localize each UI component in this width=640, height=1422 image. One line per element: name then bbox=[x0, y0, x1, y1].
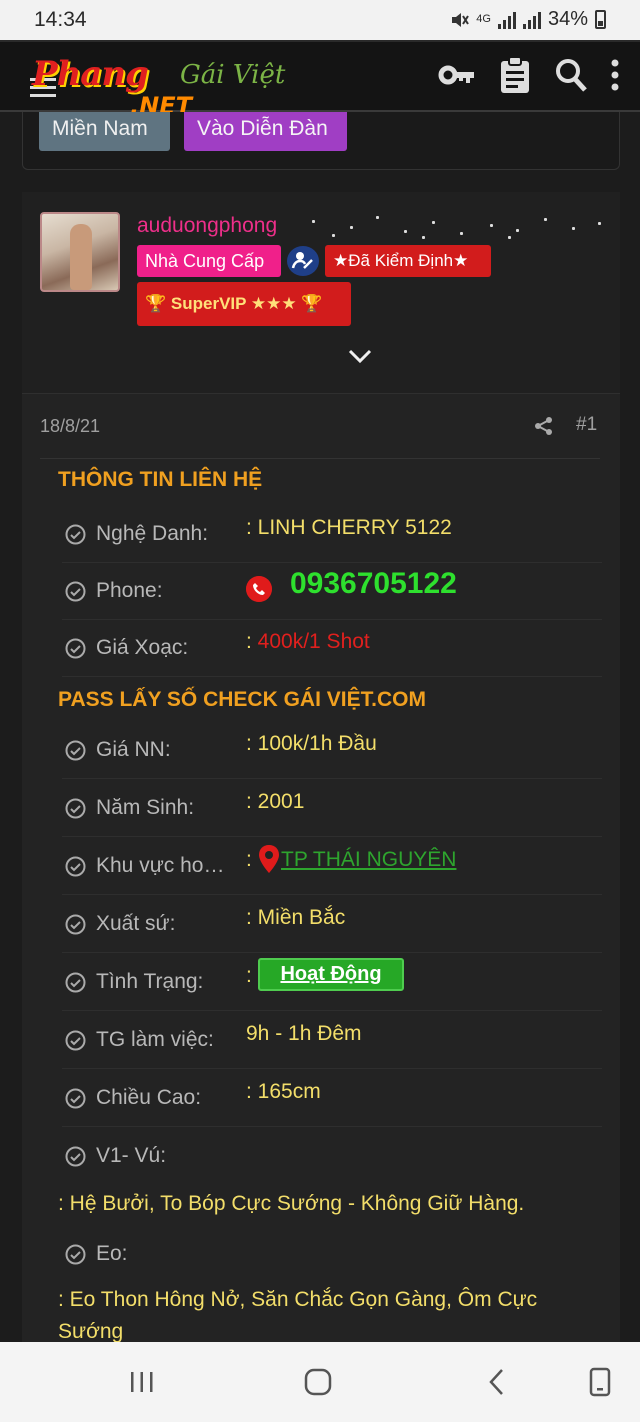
row-tg-lam-viec: TG làm việc: 9h - 1h Đêm bbox=[62, 1012, 602, 1069]
check-circle-icon bbox=[65, 1030, 86, 1051]
share-icon[interactable] bbox=[534, 416, 554, 436]
contact-title: THÔNG TIN LIÊN HỆ bbox=[58, 468, 263, 491]
region-card: Miền Nam Vào Diễn Đàn bbox=[22, 112, 620, 170]
screen-toggle-icon[interactable] bbox=[584, 1366, 616, 1398]
check-circle-icon bbox=[65, 581, 86, 602]
row-phone: Phone: 0936705122 bbox=[62, 563, 602, 620]
label: Eo: bbox=[96, 1242, 128, 1265]
v1-value: : Hệ Bưởi, To Bóp Cực Sướng - Không Giữ … bbox=[58, 1192, 525, 1215]
post-date[interactable]: 18/8/21 bbox=[40, 416, 100, 437]
more-vertical-icon[interactable] bbox=[610, 56, 620, 94]
logo-script: Gái Việt bbox=[180, 60, 286, 90]
check-circle-icon bbox=[65, 524, 86, 545]
map-pin-icon bbox=[259, 845, 279, 873]
eo-value: : Eo Thon Hông Nở, Săn Chắc Gọn Gàng, Ôm… bbox=[58, 1288, 538, 1343]
label: Năm Sinh: bbox=[96, 796, 195, 819]
clipboard-icon[interactable] bbox=[498, 56, 532, 94]
back-icon[interactable] bbox=[482, 1366, 514, 1398]
supervip-badge: 🏆 SuperVIP ★★★ 🏆 bbox=[137, 282, 351, 326]
header-actions bbox=[438, 56, 620, 94]
row-tinh-trang: Tình Trạng: : Hoạt Động bbox=[62, 954, 602, 1011]
value: : bbox=[246, 848, 252, 871]
check-circle-icon bbox=[65, 1146, 86, 1167]
label: Xuất sứ: bbox=[96, 912, 176, 935]
check-circle-icon bbox=[65, 740, 86, 761]
signal-icon-2 bbox=[522, 11, 541, 29]
value: : 2001 bbox=[246, 790, 305, 813]
label: Khu vực hoạt động: bbox=[96, 854, 236, 877]
check-circle-icon bbox=[65, 856, 86, 877]
row-khu-vuc: Khu vực hoạt động: : TP THÁI NGUYÊN bbox=[62, 838, 602, 895]
value: : Miền Bắc bbox=[246, 906, 346, 929]
avatar[interactable] bbox=[40, 212, 120, 292]
logo-brand: Phang bbox=[32, 54, 149, 94]
signal-icon bbox=[497, 11, 516, 29]
check-circle-icon bbox=[65, 914, 86, 935]
network-type: 4G bbox=[476, 13, 491, 25]
status-icons: 4G 34% bbox=[449, 8, 606, 31]
row-chieu-cao: Chiều Cao: : 165cm bbox=[62, 1070, 602, 1127]
post: auduongphong Nhà Cung Cấp ★Đã Kiểm Định★… bbox=[22, 192, 620, 1343]
mien-nam-button[interactable]: Miền Nam bbox=[39, 112, 170, 151]
value: : LINH CHERRY 5122 bbox=[246, 516, 452, 539]
check-circle-icon bbox=[65, 1244, 86, 1265]
post-number[interactable]: #1 bbox=[576, 414, 597, 436]
mute-icon bbox=[452, 12, 470, 27]
recent-apps-icon[interactable] bbox=[126, 1366, 158, 1398]
row-eo: Eo: bbox=[62, 1226, 602, 1283]
app-header: Phang Gái Việt .NET bbox=[0, 40, 640, 118]
label: Chiều Cao: bbox=[96, 1086, 202, 1109]
check-circle-icon bbox=[65, 1088, 86, 1109]
label: Giá NN: bbox=[96, 738, 171, 761]
value: : bbox=[246, 964, 252, 987]
clock: 14:34 bbox=[34, 8, 87, 31]
battery-percent: 34% bbox=[547, 8, 588, 30]
supervip-label: SuperVIP ★★★ bbox=[170, 294, 297, 313]
row-xuat-su: Xuất sứ: : Miền Bắc bbox=[62, 896, 602, 953]
label: Tình Trạng: bbox=[96, 970, 204, 993]
user-verified-icon bbox=[287, 246, 319, 276]
trophy-icon: 🏆 bbox=[145, 294, 167, 313]
row-gia-xoac: Giá Xoạc: : 400k/1 Shot bbox=[62, 620, 602, 677]
check-circle-icon bbox=[65, 798, 86, 819]
check-circle-icon bbox=[65, 638, 86, 659]
label: Nghệ Danh: bbox=[96, 522, 209, 545]
chevron-down-icon[interactable] bbox=[348, 348, 372, 364]
label: Phone: bbox=[96, 579, 163, 602]
trophy-icon-right: 🏆 bbox=[301, 294, 323, 313]
phone-icon[interactable] bbox=[246, 576, 272, 602]
divider bbox=[40, 458, 600, 459]
username[interactable]: auduongphong bbox=[137, 214, 277, 238]
decorative-sparkles bbox=[312, 212, 612, 242]
value: : 165cm bbox=[246, 1080, 321, 1103]
label: V1- Vú: bbox=[96, 1144, 167, 1167]
row-nghe-danh: Nghệ Danh: : LINH CHERRY 5122 bbox=[62, 506, 602, 563]
verified-badge: ★Đã Kiểm Định★ bbox=[325, 245, 491, 277]
value: 9h - 1h Đêm bbox=[246, 1022, 362, 1045]
value: : 100k/1h Đầu bbox=[246, 732, 377, 755]
search-icon[interactable] bbox=[554, 56, 588, 94]
key-icon[interactable] bbox=[438, 56, 476, 94]
row-gia-nn: Giá NN: : 100k/1h Đầu bbox=[62, 722, 602, 779]
pass-title: PASS LẤY SỐ CHECK GÁI VIỆT.COM bbox=[58, 688, 426, 711]
provider-badge: Nhà Cung Cấp bbox=[137, 245, 281, 277]
row-nam-sinh: Năm Sinh: : 2001 bbox=[62, 780, 602, 837]
post-author: auduongphong Nhà Cung Cấp ★Đã Kiểm Định★… bbox=[22, 192, 620, 394]
row-v1: V1- Vú: bbox=[62, 1128, 602, 1185]
location-link[interactable]: TP THÁI NGUYÊN bbox=[281, 848, 456, 872]
label: Giá Xoạc: bbox=[96, 636, 189, 659]
site-logo[interactable]: Phang Gái Việt .NET bbox=[30, 50, 310, 118]
check-circle-icon bbox=[65, 972, 86, 993]
forum-button[interactable]: Vào Diễn Đàn bbox=[184, 112, 347, 151]
home-icon[interactable] bbox=[302, 1366, 334, 1398]
value: : 400k/1 Shot bbox=[246, 630, 370, 653]
battery-icon bbox=[595, 10, 606, 29]
phone-number[interactable]: 0936705122 bbox=[290, 567, 457, 601]
status-bar: 14:34 4G 34% bbox=[0, 0, 640, 40]
status-active-button[interactable]: Hoạt Động bbox=[258, 958, 404, 991]
label: TG làm việc: bbox=[96, 1028, 214, 1051]
system-nav-bar bbox=[0, 1342, 640, 1422]
